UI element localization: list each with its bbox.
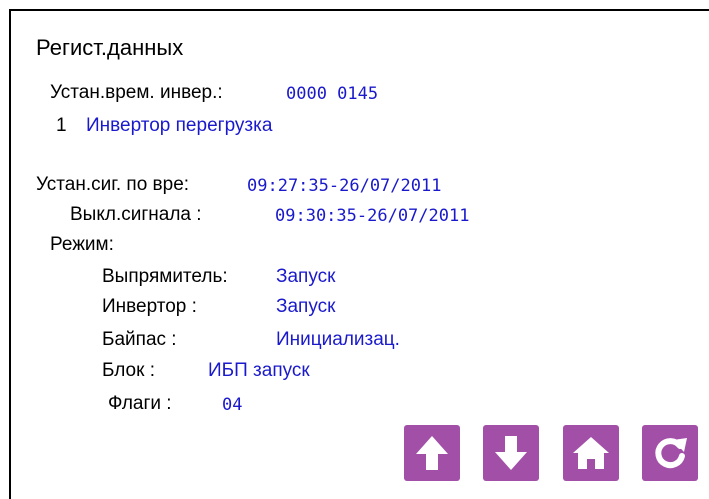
refresh-button[interactable] (642, 425, 698, 481)
refresh-icon (655, 438, 687, 469)
inverter-time-value: 0000 0145 (286, 84, 379, 104)
home-button[interactable] (563, 425, 619, 481)
flags-label: Флаги : (108, 393, 172, 414)
mode-label: Режим: (50, 234, 114, 255)
event-number: 1 (56, 115, 67, 136)
inverter-time-label: Устан.врем. инвер.: (50, 82, 223, 103)
inverter-label: Инвертор : (102, 296, 197, 317)
alarm-on-value: 09:27:35-26/07/2011 (247, 176, 442, 196)
alarm-off-label: Выкл.сигнала : (70, 204, 202, 225)
alarm-off-value: 09:30:35-26/07/2011 (275, 206, 470, 226)
home-icon (573, 437, 609, 469)
flags-value: 04 (222, 395, 243, 415)
unit-label: Блок : (102, 360, 155, 381)
page-title: Регист.данных (36, 35, 184, 60)
bypass-value: Инициализац. (276, 329, 400, 350)
unit-value: ИБП запуск (208, 360, 310, 381)
scroll-up-button[interactable] (404, 425, 460, 481)
bypass-label: Байпас : (102, 329, 177, 350)
rectifier-value: Запуск (276, 266, 336, 287)
alarm-on-label: Устан.сиг. по вре: (36, 174, 190, 195)
inverter-value: Запуск (276, 296, 336, 317)
rectifier-label: Выпрямитель: (102, 266, 228, 287)
event-text: Инвертор перегрузка (86, 115, 273, 136)
scroll-down-button[interactable] (483, 425, 539, 481)
arrow-up-icon (416, 436, 448, 470)
arrow-down-icon (495, 436, 527, 470)
